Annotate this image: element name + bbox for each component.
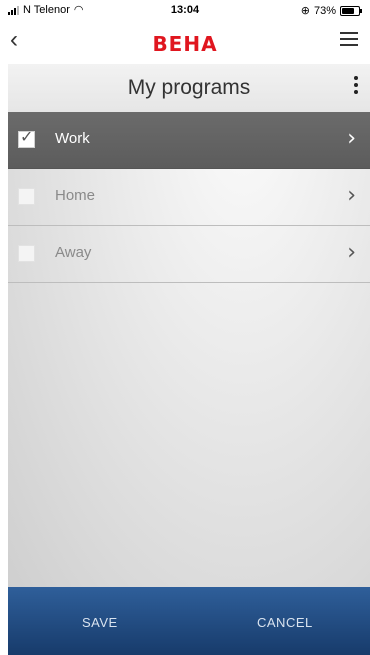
program-list: ✓ Work › Home › Away › xyxy=(8,112,370,283)
status-right: ⊕ 73% xyxy=(300,4,362,17)
title-bar: My programs xyxy=(8,64,370,112)
program-label: Home xyxy=(55,187,96,204)
app-screen: N Telenor ◠ 13:04 ⊕ 73% ‹ BEHA My progra… xyxy=(0,0,370,655)
program-label: Away xyxy=(55,244,92,261)
battery-percent: 73% xyxy=(313,4,336,17)
program-label: Work xyxy=(55,130,90,147)
checkmark-icon: ✓ xyxy=(20,129,34,146)
program-checkbox-work[interactable]: ✓ xyxy=(18,129,35,148)
program-checkbox-home[interactable] xyxy=(18,188,35,205)
chevron-right-icon: › xyxy=(347,183,356,208)
footer-bar: SAVE CANCEL xyxy=(8,587,370,655)
chevron-right-icon: › xyxy=(347,126,356,151)
chevron-right-icon: › xyxy=(347,240,356,265)
app-header: ‹ BEHA xyxy=(0,22,370,64)
hamburger-menu-icon[interactable] xyxy=(340,32,358,46)
program-row-away[interactable]: Away › xyxy=(8,226,370,283)
page-title: My programs xyxy=(127,76,251,99)
save-button[interactable]: SAVE xyxy=(82,615,118,630)
program-row-work[interactable]: ✓ Work › xyxy=(8,112,370,169)
rotation-lock-icon: ⊕ xyxy=(300,5,310,17)
content-area: My programs ✓ Work › Home › Away › xyxy=(8,64,370,587)
battery-icon xyxy=(340,5,362,16)
status-bar: N Telenor ◠ 13:04 ⊕ 73% xyxy=(0,0,370,22)
program-checkbox-away[interactable] xyxy=(18,245,35,262)
more-options-icon[interactable] xyxy=(350,76,362,98)
cancel-button[interactable]: CANCEL xyxy=(257,615,313,630)
program-row-home[interactable]: Home › xyxy=(8,169,370,226)
beha-logo: BEHA xyxy=(152,32,218,56)
